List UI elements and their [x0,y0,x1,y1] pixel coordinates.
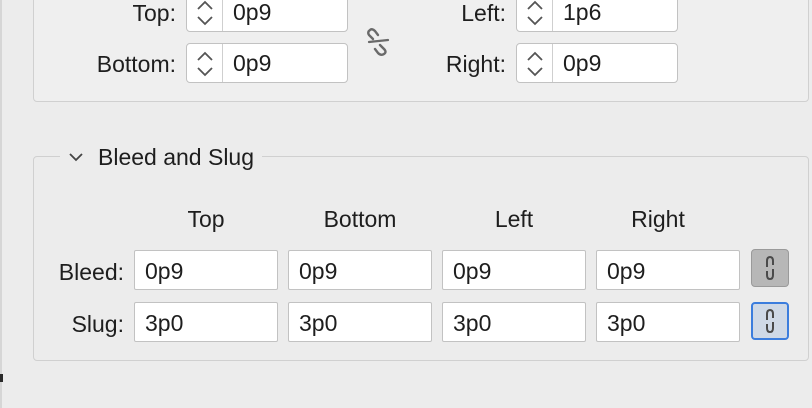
column-header-top: Top [187,206,225,232]
bleed-bottom-field[interactable]: 0p9 [288,250,432,290]
margin-left-field[interactable]: 1p6 [516,0,678,32]
bleed-right-value[interactable]: 0p9 [607,258,645,285]
chain-link-icon [766,308,774,334]
column-header-left: Left [494,206,534,232]
margin-bottom-value[interactable]: 0p9 [233,50,271,76]
panel-resize-marker [0,374,3,382]
bleed-top-value[interactable]: 0p9 [145,258,183,285]
margin-bottom-label: Bottom: [96,51,176,77]
bleed-left-field[interactable]: 0p9 [442,250,586,290]
stepper-arrows-icon [527,51,543,77]
slug-top-value[interactable]: 3p0 [145,310,183,337]
bleed-right-field[interactable]: 0p9 [596,250,740,290]
stepper-arrows-icon [197,0,213,26]
broken-chain-icon[interactable] [364,26,394,58]
bleed-slug-legend[interactable]: Bleed and Slug [60,142,263,172]
slug-right-field[interactable]: 3p0 [596,302,740,342]
margin-top-value[interactable]: 0p9 [233,0,271,25]
bleed-slug-title: Bleed and Slug [98,143,255,170]
bleed-label: Bleed: [58,259,124,285]
margin-right-stepper[interactable] [517,44,553,82]
margin-top-field[interactable]: 0p9 [186,0,348,32]
bleed-top-field[interactable]: 0p9 [134,250,278,290]
margin-right-label: Right: [445,51,506,77]
margin-top-label: Top: [132,0,176,26]
slug-left-value[interactable]: 3p0 [453,310,491,337]
slug-bottom-field[interactable]: 3p0 [288,302,432,342]
chain-link-icon [766,255,774,281]
margin-left-label: Left: [461,0,506,26]
stepper-arrows-icon [197,51,213,77]
column-header-right: Right [631,206,685,232]
bleed-bottom-value[interactable]: 0p9 [299,258,337,285]
bleed-left-value[interactable]: 0p9 [453,258,491,285]
slug-top-field[interactable]: 3p0 [134,302,278,342]
bleed-link-button[interactable] [751,249,789,287]
slug-link-button[interactable] [751,302,789,340]
slug-label: Slug: [71,311,124,337]
slug-left-field[interactable]: 3p0 [442,302,586,342]
slug-bottom-value[interactable]: 3p0 [299,310,337,337]
slug-right-value[interactable]: 3p0 [607,310,645,337]
margin-left-stepper[interactable] [517,0,553,31]
stepper-arrows-icon [527,0,543,26]
margin-left-value[interactable]: 1p6 [563,0,601,25]
margin-right-value[interactable]: 0p9 [563,50,601,76]
margin-bottom-stepper[interactable] [187,44,223,82]
panel-left-edge [0,0,2,408]
chevron-down-icon[interactable] [68,151,84,163]
column-header-bottom: Bottom [323,206,397,232]
margin-top-stepper[interactable] [187,0,223,31]
margin-bottom-field[interactable]: 0p9 [186,43,348,83]
margin-right-field[interactable]: 0p9 [516,43,678,83]
